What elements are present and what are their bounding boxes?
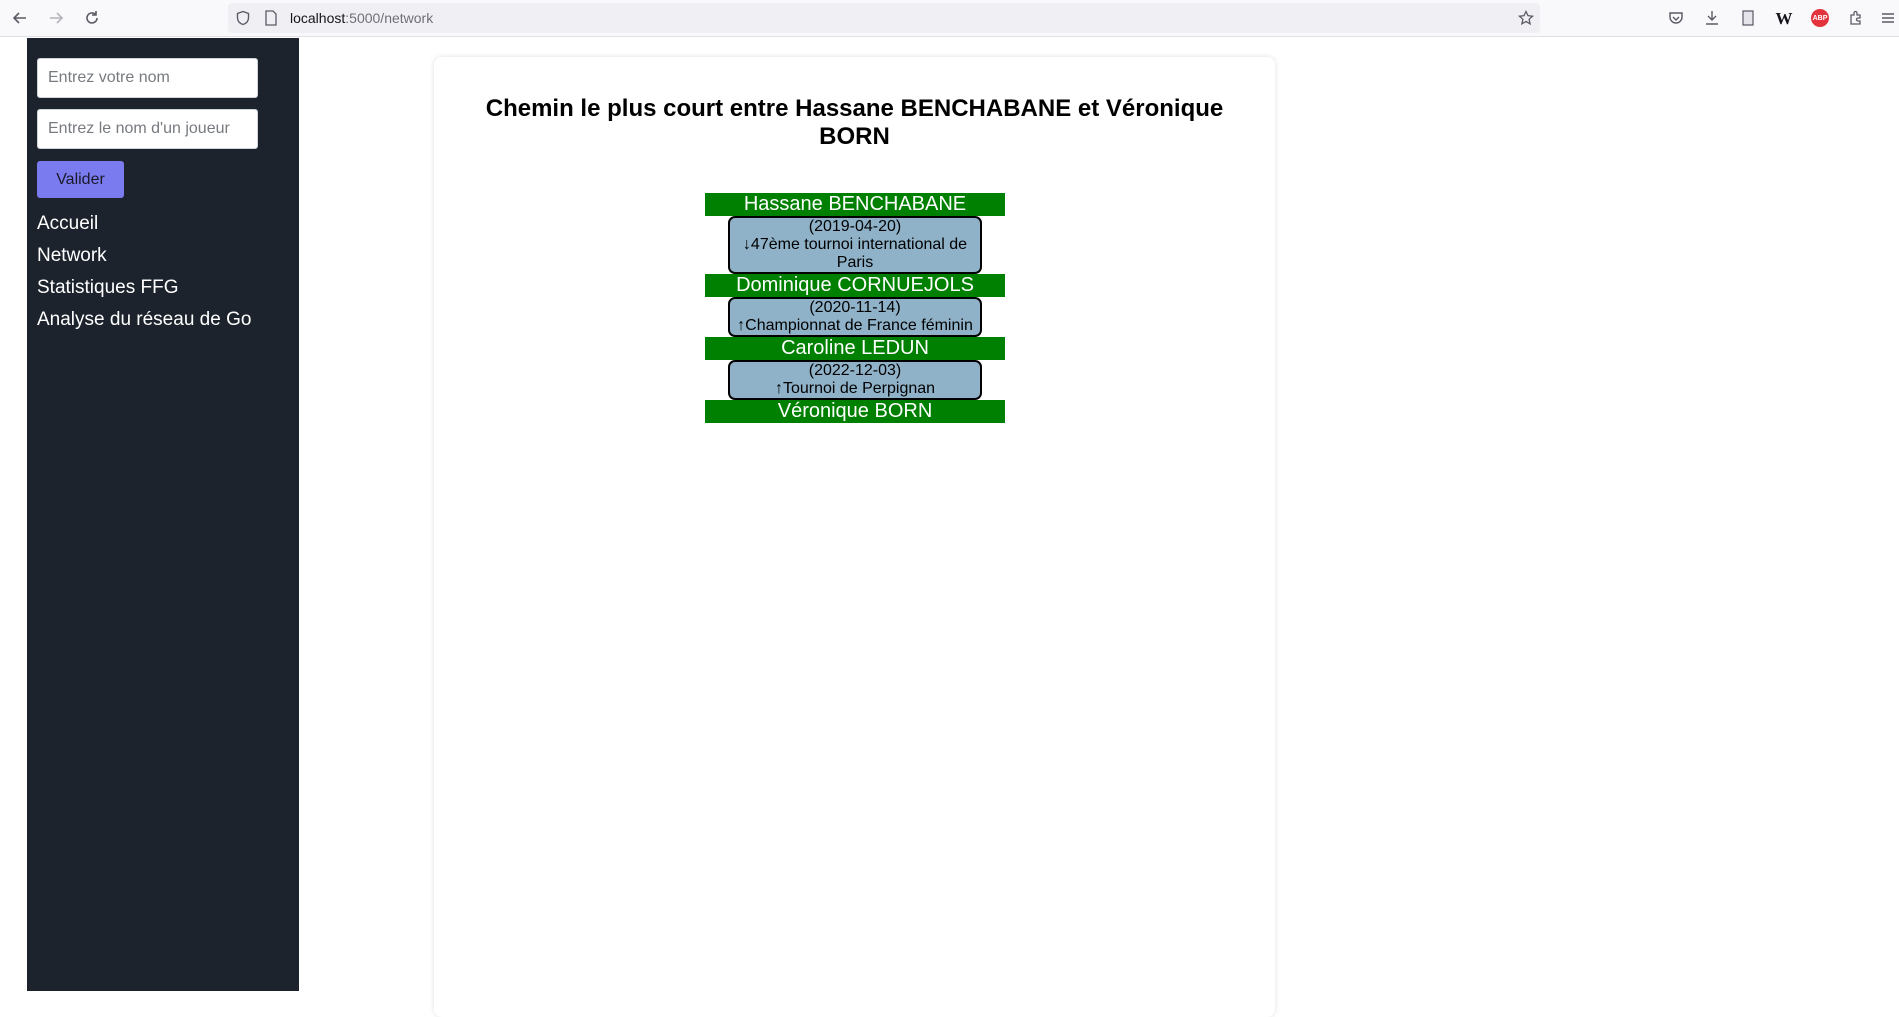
- game-tournament: ↑Tournoi de Perpignan: [774, 380, 936, 397]
- path-game: (2022-12-03) ↑Tournoi de Perpignan: [728, 360, 982, 400]
- star-icon[interactable]: [1517, 9, 1535, 27]
- page-icon[interactable]: [262, 9, 280, 27]
- path-game: (2020-11-14) ↑Championnat de France fémi…: [728, 297, 982, 337]
- name-input[interactable]: [37, 58, 258, 98]
- game-date: (2022-12-03): [808, 362, 902, 379]
- game-date: (2019-04-20): [808, 218, 902, 235]
- shortest-path-card: Chemin le plus court entre Hassane BENCH…: [434, 57, 1275, 1017]
- page-content: Valider Accueil Network Statistiques FFG…: [0, 38, 1899, 1017]
- browser-toolbar: localhost:5000/network W ABP: [0, 0, 1899, 37]
- download-icon[interactable]: [1698, 5, 1726, 31]
- url-bar[interactable]: localhost:5000/network: [228, 3, 1540, 33]
- url-host: localhost: [290, 10, 346, 26]
- forward-arrow-icon[interactable]: [42, 5, 70, 31]
- nav-item-accueil[interactable]: Accueil: [37, 208, 251, 240]
- page-title: Chemin le plus court entre Hassane BENCH…: [485, 95, 1224, 150]
- shield-icon[interactable]: [234, 9, 252, 27]
- path-game: (2019-04-20) ↓47ème tournoi internationa…: [728, 216, 982, 274]
- wikipedia-label: W: [1775, 8, 1793, 28]
- path-player: Hassane BENCHABANE: [705, 193, 1005, 216]
- game-tournament: ↑Championnat de France féminin: [737, 317, 973, 334]
- nav-item-statistiques-ffg[interactable]: Statistiques FFG: [37, 272, 251, 304]
- validate-button[interactable]: Valider: [37, 161, 124, 198]
- sidebar-nav: Accueil Network Statistiques FFG Analyse…: [37, 208, 251, 336]
- player-name-input[interactable]: [37, 109, 258, 149]
- wikipedia-icon[interactable]: W: [1770, 5, 1798, 31]
- path-player: Véronique BORN: [705, 400, 1005, 423]
- path-player: Caroline LEDUN: [705, 337, 1005, 360]
- game-tournament: ↓47ème tournoi international de Paris: [742, 236, 968, 271]
- reader-icon[interactable]: [1734, 5, 1762, 31]
- adblock-icon[interactable]: ABP: [1806, 5, 1834, 31]
- menu-icon[interactable]: [1874, 5, 1899, 31]
- nav-item-analyse-reseau[interactable]: Analyse du réseau de Go: [37, 304, 251, 336]
- game-date: (2020-11-14): [809, 299, 901, 316]
- sidebar: Valider Accueil Network Statistiques FFG…: [27, 38, 299, 991]
- extensions-icon[interactable]: [1842, 5, 1870, 31]
- url-text[interactable]: localhost:5000/network: [290, 10, 433, 26]
- reload-icon[interactable]: [78, 5, 106, 31]
- path-player: Dominique CORNUEJOLS: [705, 274, 1005, 297]
- back-arrow-icon[interactable]: [6, 5, 34, 31]
- adblock-label: ABP: [1811, 9, 1829, 27]
- pocket-icon[interactable]: [1662, 5, 1690, 31]
- nav-item-network[interactable]: Network: [37, 240, 251, 272]
- path-chain: Hassane BENCHABANE (2019-04-20) ↓47ème t…: [705, 193, 1005, 423]
- url-path: :5000/network: [345, 10, 434, 26]
